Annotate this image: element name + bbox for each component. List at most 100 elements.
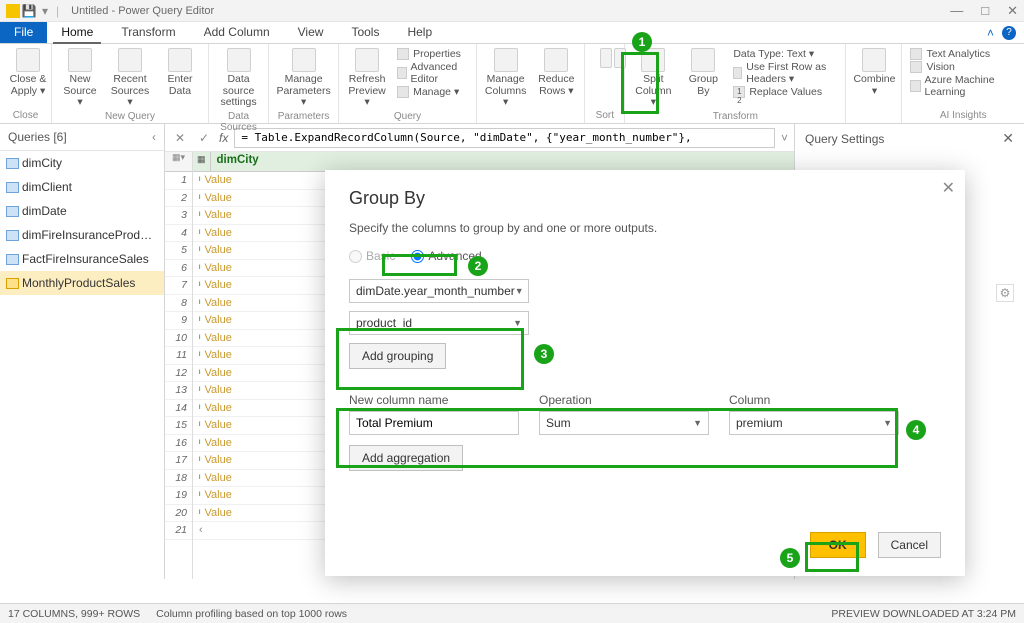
close-apply-button[interactable]: Close &Apply ▾ xyxy=(8,48,48,97)
dialog-description: Specify the columns to group by and one … xyxy=(349,221,941,235)
formula-expand-icon[interactable]: ˅ xyxy=(781,131,788,145)
ribbon-group-newquery: New Query xyxy=(60,111,200,122)
tab-view[interactable]: View xyxy=(284,22,338,43)
close-apply-icon xyxy=(16,48,40,72)
ribbon-tabs: File Home Transform Add Column View Tool… xyxy=(0,22,1024,44)
column-select[interactable]: premium▼ xyxy=(729,411,899,435)
tab-addcolumn[interactable]: Add Column xyxy=(190,22,284,43)
window-title: Untitled - Power Query Editor xyxy=(71,5,214,17)
reduce-rows-button[interactable]: Reduce Rows ▾ xyxy=(536,48,576,109)
new-column-name-input[interactable] xyxy=(349,411,519,435)
close-window-button[interactable]: ✕ xyxy=(1007,3,1018,19)
row-number: 20 xyxy=(165,505,192,523)
ribbon-group-sort: Sort xyxy=(593,110,616,121)
query-item[interactable]: dimClient xyxy=(0,175,164,199)
row-number: 18 xyxy=(165,470,192,488)
column-type-icon[interactable]: ▦ xyxy=(193,152,211,171)
advanced-editor-button[interactable]: Advanced Editor xyxy=(397,61,468,85)
new-source-button[interactable]: New Source ▾ xyxy=(60,48,100,109)
ribbon-group-managecols xyxy=(485,111,576,122)
query-settings-close-icon[interactable]: ✕ xyxy=(1002,130,1014,147)
query-item[interactable]: dimFireInsuranceProducts xyxy=(0,223,164,247)
manage-columns-button[interactable]: Manage Columns ▾ xyxy=(485,48,526,109)
tab-home[interactable]: Home xyxy=(47,22,107,43)
save-icon[interactable]: 💾 xyxy=(22,4,36,18)
group-by-button[interactable]: Group By xyxy=(683,48,723,109)
tab-transform[interactable]: Transform xyxy=(107,22,189,43)
ribbon-group-close: Close xyxy=(8,110,43,121)
help-icon[interactable]: ? xyxy=(1002,26,1016,40)
status-profiling: Column profiling based on top 1000 rows xyxy=(156,608,347,620)
text-analytics-button[interactable]: Text Analytics xyxy=(910,48,1016,60)
maximize-button[interactable]: □ xyxy=(981,3,989,19)
app-icon xyxy=(6,4,20,18)
collapse-ribbon-icon[interactable]: ˄ xyxy=(987,26,994,40)
ribbon: Close &Apply ▾ Close New Source ▾ Recent… xyxy=(0,44,1024,124)
manage-parameters-button[interactable]: Manage Parameters ▾ xyxy=(277,48,330,109)
add-grouping-button[interactable]: Add grouping xyxy=(349,343,446,369)
query-item[interactable]: dimDate xyxy=(0,199,164,223)
ribbon-group-query: Query xyxy=(347,111,468,122)
row-number: 4 xyxy=(165,225,192,243)
query-item[interactable]: FactFireInsuranceSales xyxy=(0,247,164,271)
ribbon-group-combine xyxy=(854,110,893,121)
tab-tools[interactable]: Tools xyxy=(337,22,393,43)
row-number: 6 xyxy=(165,260,192,278)
vision-button[interactable]: Vision xyxy=(910,61,1016,73)
row-number: 7 xyxy=(165,277,192,295)
radio-basic[interactable]: Basic xyxy=(349,249,395,263)
add-aggregation-button[interactable]: Add aggregation xyxy=(349,445,463,471)
column-header[interactable]: dimCity xyxy=(211,152,265,171)
row-number: 15 xyxy=(165,417,192,435)
refresh-preview-button[interactable]: Refresh Preview ▾ xyxy=(347,48,387,109)
group-by-dialog: ✕ Group By Specify the columns to group … xyxy=(325,170,965,576)
cancel-button[interactable]: Cancel xyxy=(878,532,941,558)
status-columns-rows: 17 COLUMNS, 999+ ROWS xyxy=(8,608,140,620)
formula-input[interactable] xyxy=(234,128,775,148)
group-column-1[interactable]: dimDate.year_month_number▼ xyxy=(349,279,529,303)
data-type-button[interactable]: Data Type: Text ▾ xyxy=(733,48,837,60)
replace-values-button[interactable]: 12Replace Values xyxy=(733,86,837,98)
qab-dropdown-icon[interactable]: ▾ xyxy=(38,4,52,18)
properties-button[interactable]: Properties xyxy=(397,48,468,60)
settings-gear-icon[interactable]: ⚙ xyxy=(996,284,1014,302)
formula-accept-icon[interactable]: ✓ xyxy=(195,131,213,145)
query-item[interactable]: dimCity xyxy=(0,151,164,175)
dialog-close-icon[interactable]: ✕ xyxy=(942,178,955,198)
row-number: 14 xyxy=(165,400,192,418)
status-bar: 17 COLUMNS, 999+ ROWS Column profiling b… xyxy=(0,603,1024,623)
queries-pane: Queries [6] ‹ dimCitydimClientdimDatedim… xyxy=(0,124,165,579)
row-number: 13 xyxy=(165,382,192,400)
row-number: 17 xyxy=(165,452,192,470)
row-number: 5 xyxy=(165,242,192,260)
manage-button[interactable]: Manage ▾ xyxy=(397,86,468,98)
row-number: 9 xyxy=(165,312,192,330)
data-source-settings-button[interactable]: Data source settings xyxy=(217,48,260,109)
row-number: 12 xyxy=(165,365,192,383)
first-row-headers-button[interactable]: Use First Row as Headers ▾ xyxy=(733,61,837,85)
ribbon-group-datasources: Data Sources xyxy=(217,111,260,133)
tab-help[interactable]: Help xyxy=(393,22,446,43)
recent-sources-button[interactable]: Recent Sources ▾ xyxy=(110,48,150,109)
azure-ml-button[interactable]: Azure Machine Learning xyxy=(910,74,1016,98)
row-number: 1 xyxy=(165,172,192,190)
ok-button[interactable]: OK xyxy=(810,532,866,558)
queries-collapse-icon[interactable]: ‹ xyxy=(152,130,156,144)
tab-file[interactable]: File xyxy=(0,22,47,43)
formula-cancel-icon[interactable]: ✕ xyxy=(171,131,189,145)
row-number: 10 xyxy=(165,330,192,348)
title-bar: 💾 ▾ | Untitled - Power Query Editor — □ … xyxy=(0,0,1024,22)
query-item[interactable]: MonthlyProductSales xyxy=(0,271,164,295)
split-column-button[interactable]: Split Column ▾ xyxy=(633,48,673,109)
label-new-column: New column name xyxy=(349,393,519,407)
label-operation: Operation xyxy=(539,393,709,407)
enter-data-button[interactable]: Enter Data xyxy=(160,48,200,109)
row-number: 3 xyxy=(165,207,192,225)
combine-button[interactable]: Combine ▾ xyxy=(854,48,894,97)
radio-advanced[interactable]: Advanced xyxy=(411,249,481,263)
minimize-button[interactable]: — xyxy=(950,3,963,19)
queries-header: Queries [6] xyxy=(8,130,67,144)
group-column-2[interactable]: product_id▼ xyxy=(349,311,529,335)
operation-select[interactable]: Sum▼ xyxy=(539,411,709,435)
ribbon-group-ai: AI Insights xyxy=(910,110,1016,121)
